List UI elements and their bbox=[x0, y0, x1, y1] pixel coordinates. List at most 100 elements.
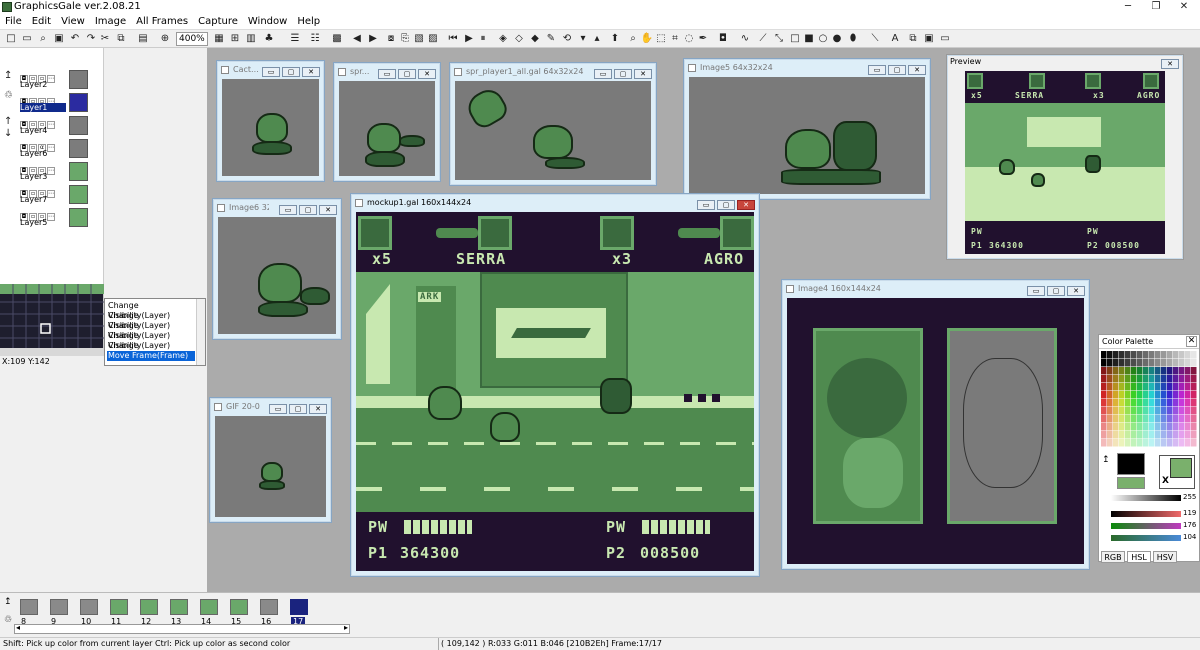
tab-rgb[interactable]: RGB bbox=[1101, 551, 1125, 563]
close-icon[interactable]: ✕ bbox=[908, 65, 926, 75]
palette-swatch[interactable] bbox=[1113, 383, 1119, 391]
close-button[interactable]: ✕ bbox=[1170, 0, 1198, 14]
palette-swatch[interactable] bbox=[1185, 367, 1191, 375]
palette-swatch[interactable] bbox=[1143, 359, 1149, 367]
minimize-icon[interactable]: ▭ bbox=[868, 65, 886, 75]
frame-thumbnail[interactable] bbox=[260, 599, 278, 615]
palette-swatch[interactable] bbox=[1131, 383, 1137, 391]
layer-up-icon[interactable]: ↑ bbox=[4, 116, 12, 127]
minimize-icon[interactable]: ▭ bbox=[1027, 286, 1045, 296]
palette-swatch[interactable] bbox=[1179, 391, 1185, 399]
palette-swatch[interactable] bbox=[1119, 415, 1125, 423]
palette-swatch[interactable] bbox=[1143, 439, 1149, 447]
menu-window[interactable]: Window bbox=[243, 14, 292, 30]
frame-thumbnail[interactable] bbox=[20, 599, 38, 615]
tab-hsv[interactable]: HSV bbox=[1153, 551, 1177, 563]
palette-swatch[interactable] bbox=[1179, 383, 1185, 391]
palette-swatch[interactable] bbox=[1113, 399, 1119, 407]
palette-swatch[interactable] bbox=[1125, 407, 1131, 415]
palette-swatch[interactable] bbox=[1125, 431, 1131, 439]
palette-swatch[interactable] bbox=[1149, 399, 1155, 407]
add-frame-icon[interactable]: ↥ bbox=[4, 597, 12, 607]
palette-swatch[interactable] bbox=[1173, 367, 1179, 375]
save-icon[interactable]: ▣ bbox=[52, 32, 66, 46]
palette-swatch[interactable] bbox=[1125, 375, 1131, 383]
maximize-icon[interactable]: ▢ bbox=[717, 200, 735, 210]
blue-slider[interactable] bbox=[1111, 535, 1181, 541]
palette-swatch[interactable] bbox=[1101, 431, 1107, 439]
palette-swatch[interactable] bbox=[1161, 375, 1167, 383]
palette-swatch[interactable] bbox=[1161, 423, 1167, 431]
palette-swatch[interactable] bbox=[1137, 399, 1143, 407]
palette-swatch[interactable] bbox=[1161, 367, 1167, 375]
menu-view[interactable]: View bbox=[56, 14, 90, 30]
palette-swatch[interactable] bbox=[1131, 431, 1137, 439]
rotate-icon[interactable]: ⟲ bbox=[560, 32, 574, 46]
palette-swatch[interactable] bbox=[1155, 439, 1161, 447]
palette-swatch[interactable] bbox=[1107, 439, 1113, 447]
palette-swatch[interactable] bbox=[1137, 367, 1143, 375]
palette-swatch[interactable] bbox=[1113, 423, 1119, 431]
layer-toggles[interactable]: ◘ ▫ ▫ ⋯ bbox=[20, 93, 60, 106]
line-icon[interactable]: ⟋ bbox=[756, 32, 770, 46]
palette-swatch[interactable] bbox=[1155, 399, 1161, 407]
palette-swatch[interactable] bbox=[1179, 415, 1185, 423]
gradient-icon[interactable]: ⟍ bbox=[868, 32, 882, 46]
frames-scrollbar[interactable]: ◂ ▸ bbox=[14, 623, 350, 634]
palette-swatch[interactable] bbox=[1101, 391, 1107, 399]
window-spr-player[interactable]: spr_player1_all.gal 64x32x24 ▭ ▢ ✕ bbox=[449, 62, 657, 186]
layer-toggles[interactable]: ◘ ▫ ▫ ⋯ bbox=[20, 162, 60, 175]
palette-swatch[interactable] bbox=[1185, 399, 1191, 407]
palette-swatch[interactable] bbox=[1143, 351, 1149, 359]
hand-icon[interactable]: ✋ bbox=[640, 32, 654, 46]
palette-swatch[interactable] bbox=[1131, 359, 1137, 367]
palette-swatch[interactable] bbox=[1155, 359, 1161, 367]
pause-icon[interactable]: ⏸ bbox=[476, 32, 490, 46]
palette-swatch[interactable] bbox=[1173, 439, 1179, 447]
palette-swatch[interactable] bbox=[1131, 391, 1137, 399]
palette-swatch[interactable] bbox=[1173, 415, 1179, 423]
palette-swatch[interactable] bbox=[1155, 431, 1161, 439]
palette-swatch[interactable] bbox=[1155, 351, 1161, 359]
maximize-icon[interactable]: ▢ bbox=[614, 69, 632, 79]
palette-swatch[interactable] bbox=[1149, 375, 1155, 383]
frame-thumbnail[interactable] bbox=[80, 599, 98, 615]
palette-swatch[interactable] bbox=[1161, 351, 1167, 359]
palette-swatch[interactable] bbox=[1107, 375, 1113, 383]
palette-swatch[interactable] bbox=[1191, 391, 1197, 399]
palette-swatch[interactable] bbox=[1179, 431, 1185, 439]
palette-swatch[interactable] bbox=[1125, 391, 1131, 399]
palette-swatch[interactable] bbox=[1155, 391, 1161, 399]
palette-swatch[interactable] bbox=[1191, 431, 1197, 439]
minimize-icon[interactable]: ▭ bbox=[279, 205, 297, 215]
palette-swatch[interactable] bbox=[1161, 391, 1167, 399]
canvas[interactable] bbox=[339, 81, 435, 176]
window-gif[interactable]: GIF 20-0... ▭▢✕ bbox=[209, 397, 332, 523]
palette-swatch[interactable] bbox=[1149, 407, 1155, 415]
palette-swatch[interactable] bbox=[1173, 399, 1179, 407]
layer-toggles[interactable]: ◘ ▫ ▫ ⋯ bbox=[20, 70, 60, 83]
filled-rect-icon[interactable]: ■ bbox=[802, 32, 816, 46]
palette-swatch[interactable] bbox=[1143, 391, 1149, 399]
palette-swatch[interactable] bbox=[1179, 351, 1185, 359]
palette-swatch[interactable] bbox=[1137, 383, 1143, 391]
palette-swatch[interactable] bbox=[1167, 375, 1173, 383]
palette-swatch[interactable] bbox=[1119, 423, 1125, 431]
history-scrollbar[interactable] bbox=[196, 299, 205, 365]
layer-toggles[interactable]: ◘ ▫ ▫ ⋯ bbox=[20, 116, 60, 129]
palette-swatch[interactable] bbox=[1131, 367, 1137, 375]
palette-swatch[interactable] bbox=[1113, 407, 1119, 415]
pixel-grid-icon[interactable]: ⊞ bbox=[228, 32, 242, 46]
palette-icon[interactable]: ▣ bbox=[922, 32, 936, 46]
swap-colors-label[interactable]: X bbox=[1162, 476, 1169, 486]
palette-swatch[interactable] bbox=[1137, 439, 1143, 447]
close-icon[interactable]: ✕ bbox=[1186, 336, 1197, 347]
palette-swatch[interactable] bbox=[1143, 375, 1149, 383]
palette-swatch[interactable] bbox=[1143, 367, 1149, 375]
palette-swatch[interactable] bbox=[1191, 383, 1197, 391]
palette-swatch[interactable] bbox=[1167, 431, 1173, 439]
menu-all-frames[interactable]: All Frames bbox=[131, 14, 193, 30]
palette-swatch[interactable] bbox=[1107, 391, 1113, 399]
delete-frame-icon[interactable]: ♲ bbox=[4, 615, 12, 625]
palette-swatch[interactable] bbox=[1167, 391, 1173, 399]
